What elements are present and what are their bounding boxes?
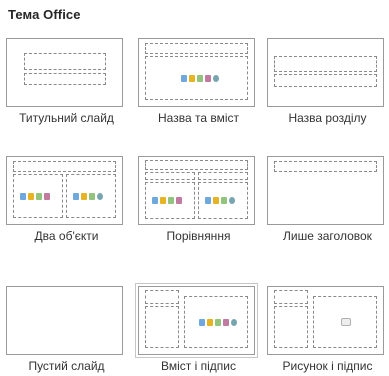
right-content-placeholder [198,182,248,219]
content-placeholder-icon [152,195,182,205]
left-heading-placeholder [145,172,195,180]
layout-label: Два об'єкти [34,229,99,243]
layout-picture-with-caption[interactable]: Рисунок і підпис [267,286,386,373]
layout-title-only[interactable]: Лише заголовок [267,156,386,243]
layout-thumbnail [6,156,123,225]
content-placeholder [184,296,248,348]
title-placeholder [274,290,308,304]
picture-icon [341,318,351,326]
layout-title-slide[interactable]: Титульний слайд [6,38,125,125]
content-placeholder-icon [181,73,219,83]
layout-thumbnail [138,38,255,107]
right-content-placeholder [66,174,116,218]
caption-placeholder [274,306,308,348]
left-content-placeholder [145,182,195,219]
picture-placeholder [313,296,377,348]
layout-label: Пустий слайд [28,359,105,373]
layout-thumbnail [267,286,384,355]
layout-thumbnail [135,283,258,358]
title-placeholder [24,53,106,70]
left-content-placeholder [13,174,63,218]
layout-label: Назва розділу [288,111,367,125]
layout-label: Титульний слайд [19,111,114,125]
title-placeholder [145,160,248,170]
content-placeholder-icon [199,317,237,327]
content-placeholder-icon [205,195,235,205]
layout-label: Рисунок і підпис [282,359,373,373]
layout-label: Порівняння [166,229,231,243]
layout-label: Назва та вміст [158,111,239,125]
text-placeholder [274,74,377,87]
title-placeholder [145,43,248,54]
caption-placeholder [145,306,179,348]
content-placeholder-icon [20,191,50,201]
title-placeholder [274,56,377,72]
content-placeholder-icon [73,191,103,201]
content-placeholder [145,56,248,100]
layout-thumbnail [138,156,255,225]
layout-label: Лише заголовок [283,229,372,243]
title-placeholder [274,161,377,172]
layout-blank[interactable]: Пустий слайд [6,286,125,373]
layout-label: Вміст і підпис [161,359,236,373]
layout-comparison[interactable]: Порівняння [138,156,257,243]
subtitle-placeholder [24,73,106,85]
layout-thumbnail [6,286,123,355]
layout-thumbnail [267,38,384,107]
title-placeholder [145,290,179,304]
layout-section-header[interactable]: Назва розділу [267,38,386,125]
gallery-title: Тема Office [8,7,81,22]
layout-gallery: Тема Office Титульний слайд Назва та вмі… [0,0,389,376]
title-placeholder [13,161,116,172]
layout-thumbnail [267,156,384,225]
layout-thumbnail [6,38,123,107]
layout-title-and-content[interactable]: Назва та вміст [138,38,257,125]
layout-two-content[interactable]: Два об'єкти [6,156,125,243]
right-heading-placeholder [198,172,248,180]
layout-content-with-caption[interactable]: Вміст і підпис [135,283,258,373]
